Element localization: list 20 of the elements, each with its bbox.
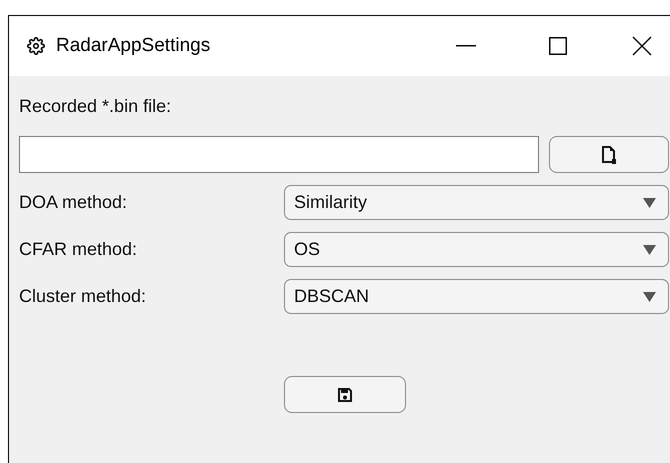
settings-icon	[27, 37, 45, 55]
field-label: Recorded *.bin file:	[19, 95, 172, 118]
save-button[interactable]	[284, 376, 406, 413]
file-path-field[interactable]	[19, 136, 539, 173]
method-dropdown[interactable]: Similarity	[284, 185, 669, 220]
dropdown-arrow-icon	[643, 198, 656, 208]
dropdown-arrow-icon	[643, 244, 656, 254]
method-dropdown[interactable]: OS	[284, 232, 669, 267]
setting-label: DOA method:	[19, 191, 128, 214]
dropdown-arrow-icon	[643, 292, 656, 302]
file-icon	[602, 146, 616, 164]
minimize-icon	[456, 45, 476, 47]
close-icon	[632, 36, 652, 56]
method-dropdown[interactable]: DBSCAN	[284, 279, 669, 314]
setting-label: CFAR method:	[19, 238, 138, 261]
setting-label: Cluster method:	[19, 285, 148, 308]
browse-button[interactable]	[549, 136, 669, 173]
maximize-icon	[549, 37, 567, 55]
save-icon	[338, 388, 352, 402]
window-title: RadarAppSettings	[56, 34, 210, 58]
